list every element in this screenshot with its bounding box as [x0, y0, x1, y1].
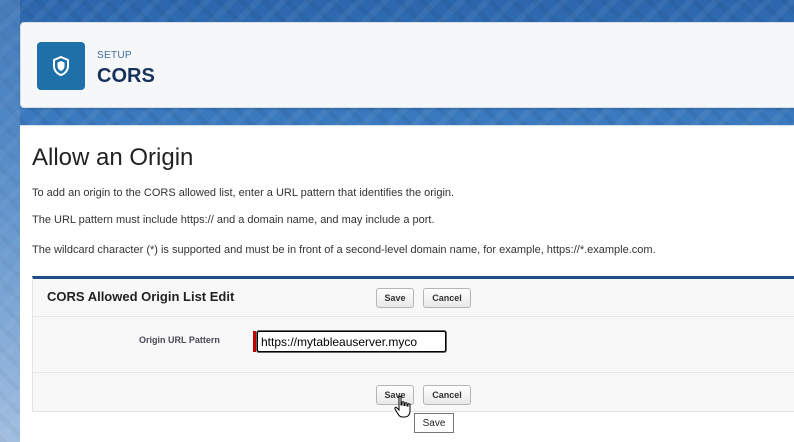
section-label: SETUP: [97, 50, 132, 61]
page-title: CORS: [97, 65, 155, 87]
save-tooltip: Save: [414, 413, 454, 433]
description-line: The wildcard character (*) is supported …: [32, 244, 656, 256]
origin-url-field-row: Origin URL Pattern: [33, 318, 794, 373]
save-button-top[interactable]: Save: [376, 288, 414, 308]
description-line: To add an origin to the CORS allowed lis…: [32, 187, 455, 199]
block-header: CORS Allowed Origin List Edit Save Cance…: [33, 279, 794, 317]
edit-form-block: CORS Allowed Origin List Edit Save Cance…: [32, 276, 794, 412]
page-header: SETUP CORS: [20, 22, 794, 108]
section-heading: Allow an Origin: [32, 144, 194, 171]
block-title: CORS Allowed Origin List Edit: [47, 289, 235, 304]
origin-url-label: Origin URL Pattern: [139, 335, 220, 345]
required-indicator: [253, 331, 256, 352]
shield-icon: [37, 42, 85, 90]
hand-pointer-icon: [393, 395, 413, 419]
origin-url-input[interactable]: [257, 331, 446, 352]
cancel-button-bottom[interactable]: Cancel: [423, 385, 471, 405]
left-edge-strip: [0, 0, 20, 442]
description-line: The URL pattern must include https:// an…: [32, 214, 435, 226]
cancel-button-top[interactable]: Cancel: [423, 288, 471, 308]
